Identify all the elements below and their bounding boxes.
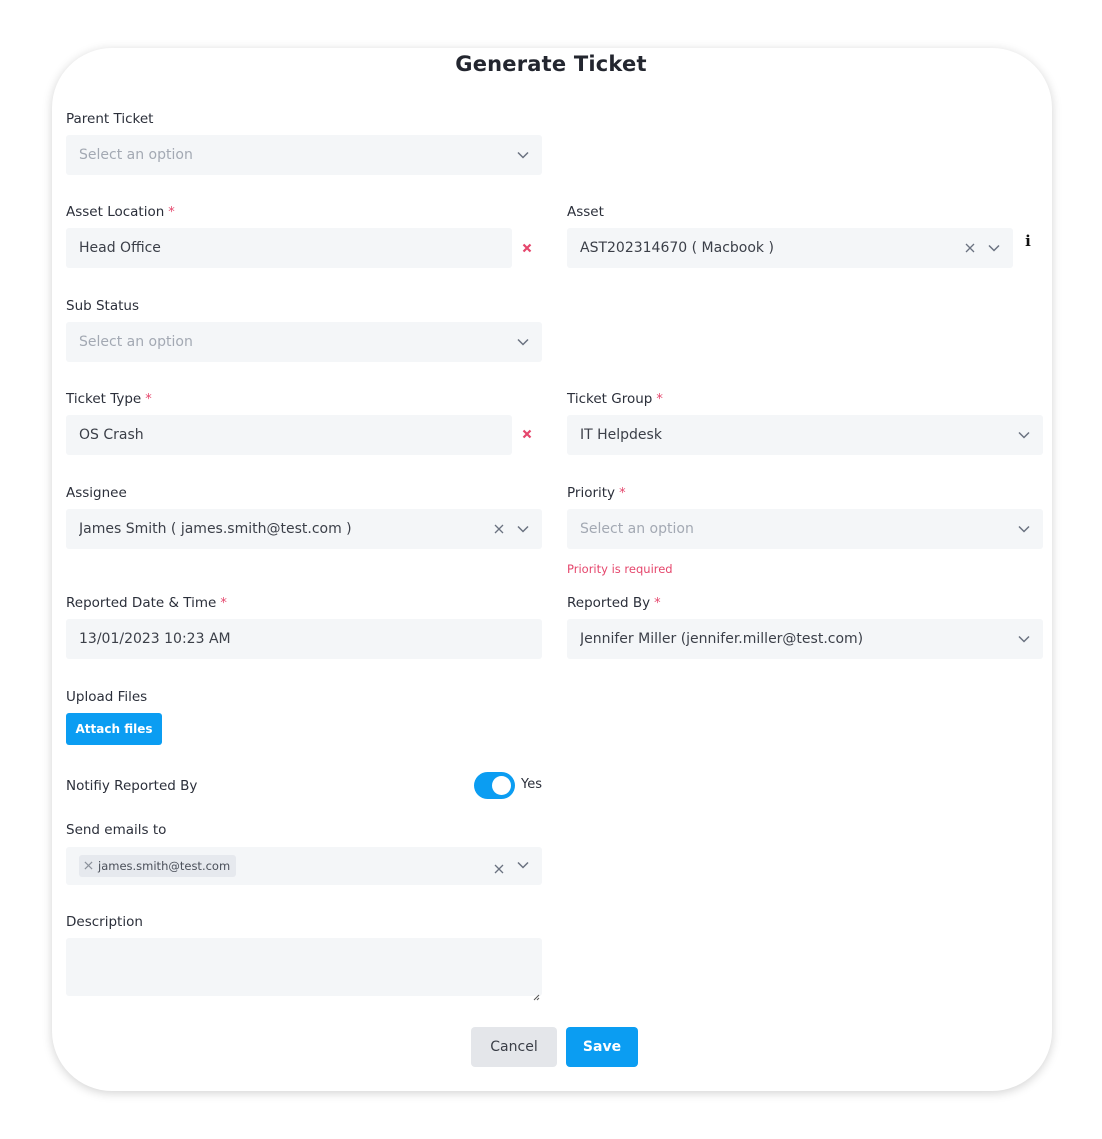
reported-by-select[interactable]: Jennifer Miller (jennifer.miller@test.co… — [567, 619, 1043, 659]
chevron-down-icon[interactable] — [512, 331, 534, 353]
toggle-knob — [492, 776, 511, 795]
chevron-down-icon[interactable] — [512, 518, 534, 540]
parent-ticket-select[interactable]: Select an option — [66, 135, 542, 175]
parent-ticket-placeholder: Select an option — [79, 147, 193, 163]
priority-select[interactable]: Select an option — [567, 509, 1043, 549]
close-icon[interactable] — [961, 239, 979, 257]
chevron-down-icon[interactable] — [983, 237, 1005, 259]
assignee-select[interactable]: James Smith ( james.smith@test.com ) — [66, 509, 542, 549]
chip-remove-icon[interactable] — [84, 861, 94, 871]
close-icon[interactable] — [490, 860, 508, 878]
dialog-title: Generate Ticket — [455, 52, 647, 76]
close-icon[interactable] — [490, 520, 508, 538]
ticket-type-select[interactable]: OS Crash — [66, 415, 512, 455]
asset-value: AST202314670 ( Macbook ) — [580, 240, 774, 256]
chevron-down-icon[interactable] — [1013, 628, 1035, 650]
priority-label: Priority * — [567, 485, 626, 501]
save-button[interactable]: Save — [566, 1027, 638, 1067]
upload-files-label: Upload Files — [66, 689, 148, 705]
reported-date-label: Reported Date & Time * — [66, 595, 227, 611]
notify-toggle-text: Yes — [521, 777, 542, 792]
sub-status-select[interactable]: Select an option — [66, 322, 542, 362]
notify-toggle[interactable] — [474, 772, 515, 799]
reported-date-value: 13/01/2023 10:23 AM — [79, 631, 231, 647]
sub-status-label: Sub Status — [66, 298, 140, 314]
description-label: Description — [66, 914, 143, 930]
chevron-down-icon[interactable] — [1013, 424, 1035, 446]
send-emails-label: Send emails to — [66, 822, 167, 838]
ticket-group-label: Ticket Group * — [567, 391, 663, 407]
reported-date-input[interactable]: 13/01/2023 10:23 AM — [66, 619, 542, 659]
assignee-label: Assignee — [66, 485, 127, 501]
assignee-value: James Smith ( james.smith@test.com ) — [79, 521, 352, 537]
email-chip-text: james.smith@test.com — [98, 859, 231, 873]
chevron-down-icon[interactable] — [512, 854, 534, 876]
asset-location-value: Head Office — [79, 240, 161, 256]
remove-x-icon[interactable] — [519, 426, 535, 442]
asset-label: Asset — [567, 204, 604, 220]
ticket-type-value: OS Crash — [79, 427, 144, 443]
cancel-button[interactable]: Cancel — [471, 1027, 557, 1067]
remove-x-icon[interactable] — [519, 240, 535, 256]
asset-location-select[interactable]: Head Office — [66, 228, 512, 268]
sub-status-placeholder: Select an option — [79, 334, 193, 350]
chevron-down-icon[interactable] — [512, 144, 534, 166]
chevron-down-icon[interactable] — [1013, 518, 1035, 540]
ticket-type-label: Ticket Type * — [66, 391, 152, 407]
reported-by-label: Reported By * — [567, 595, 661, 611]
asset-location-label: Asset Location * — [66, 204, 175, 220]
send-emails-select[interactable]: james.smith@test.com — [66, 847, 542, 885]
dialog-card — [52, 48, 1052, 1091]
email-chip: james.smith@test.com — [79, 855, 237, 877]
ticket-group-value: IT Helpdesk — [580, 427, 662, 443]
asset-select[interactable]: AST202314670 ( Macbook ) — [567, 228, 1013, 268]
info-icon[interactable]: i — [1022, 232, 1034, 250]
parent-ticket-label: Parent Ticket — [66, 111, 154, 127]
description-textarea[interactable] — [66, 938, 542, 1001]
priority-placeholder: Select an option — [580, 521, 694, 537]
notify-label: Notifiy Reported By — [66, 778, 198, 794]
reported-by-value: Jennifer Miller (jennifer.miller@test.co… — [580, 631, 864, 647]
attach-files-button[interactable]: Attach files — [66, 713, 162, 745]
ticket-group-select[interactable]: IT Helpdesk — [567, 415, 1043, 455]
priority-error: Priority is required — [567, 562, 673, 576]
resize-handle-icon[interactable] — [532, 986, 540, 1001]
